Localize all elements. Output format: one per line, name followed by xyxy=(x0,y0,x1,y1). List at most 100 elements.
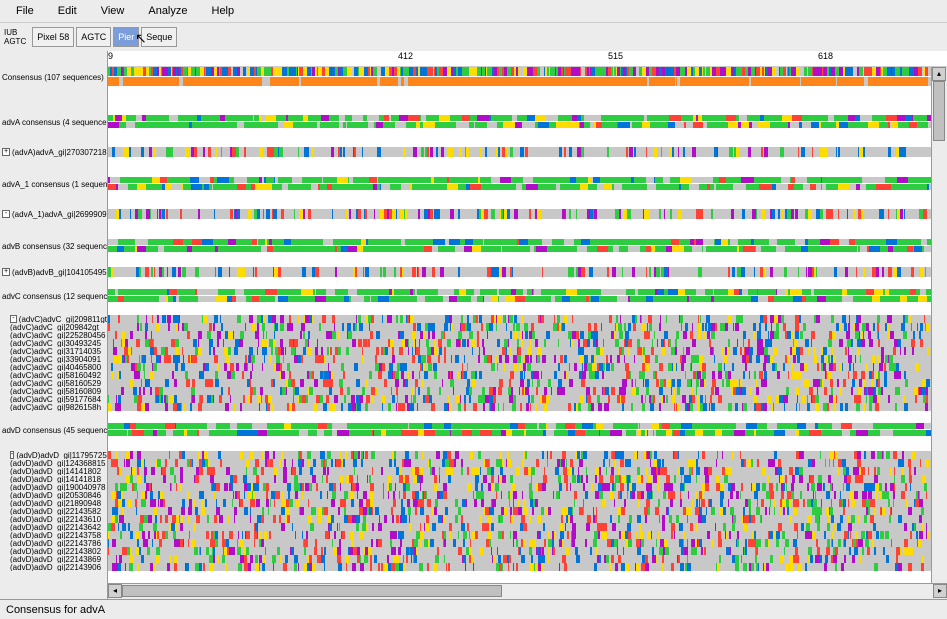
collapse-icon[interactable]: - xyxy=(10,315,17,323)
expand-icon[interactable]: + xyxy=(2,148,10,156)
sequence-track[interactable] xyxy=(108,563,931,571)
sequence-track[interactable] xyxy=(108,387,931,395)
scroll-right-button[interactable]: ▸ xyxy=(933,584,947,598)
scroll-thumb-h[interactable] xyxy=(122,585,502,597)
track-label[interactable]: -(advD)advD_gi|117957252 xyxy=(0,451,107,459)
track-label[interactable]: (advD)advD_gi|22143786 xyxy=(0,539,107,547)
sequence-track[interactable] xyxy=(108,555,931,563)
sequence-track[interactable] xyxy=(108,289,931,295)
sequence-track[interactable] xyxy=(108,531,931,539)
track-label[interactable]: (advC)advC_gi|58160492 xyxy=(0,371,107,379)
track-label[interactable]: (advC)advC_gi|58160809 xyxy=(0,387,107,395)
sequence-track[interactable] xyxy=(108,483,931,491)
sequence-track[interactable] xyxy=(108,451,931,459)
tool-pixel[interactable]: Pixel 58 xyxy=(32,27,74,47)
track-label[interactable]: (advC)advC_gi|225280456 xyxy=(0,331,107,339)
track-label[interactable]: advA_1 consensus (1 sequen xyxy=(0,177,107,191)
sequence-track[interactable] xyxy=(108,115,931,121)
sequence-track[interactable] xyxy=(108,491,931,499)
tool-agtc[interactable]: AGTC xyxy=(76,27,111,47)
collapse-icon[interactable]: - xyxy=(10,451,14,459)
track-label[interactable]: Consensus (107 sequences) xyxy=(0,67,107,87)
sequence-track[interactable] xyxy=(108,122,931,128)
track-label[interactable]: (advD)advD_gi|22143642 xyxy=(0,523,107,531)
menu-analyze[interactable]: Analyze xyxy=(136,2,199,20)
track-label[interactable]: (advC)advC_gi|209842gt xyxy=(0,323,107,331)
track-label[interactable]: (advC)advC_gi|58160529 xyxy=(0,379,107,387)
collapse-icon[interactable]: - xyxy=(2,210,10,218)
track-label[interactable]: (advC)advC_gi|59177684 xyxy=(0,395,107,403)
track-label[interactable]: (advD)advD_gi|22143582 xyxy=(0,507,107,515)
track-label[interactable]: (advC)advC_gi|40465800 xyxy=(0,363,107,371)
sequence-track[interactable] xyxy=(108,515,931,523)
track-label[interactable]: (advD)advD_gi|190040978 xyxy=(0,483,107,491)
horizontal-scrollbar[interactable]: ◂ ▸ xyxy=(108,583,947,599)
menu-file[interactable]: File xyxy=(4,2,46,20)
menu-view[interactable]: View xyxy=(89,2,137,20)
track-label[interactable]: advD consensus (45 sequenc xyxy=(0,423,107,437)
sequence-track[interactable] xyxy=(108,467,931,475)
track-label[interactable]: (advD)advD_gi|14141818 xyxy=(0,475,107,483)
track-label[interactable]: -(advC)advC_gi|209811gt xyxy=(0,315,107,323)
expand-icon[interactable]: + xyxy=(2,268,10,276)
sequence-track[interactable] xyxy=(108,177,931,183)
track-label[interactable]: (advD)advD_gi|22143758 xyxy=(0,531,107,539)
sequence-track[interactable] xyxy=(108,339,931,347)
sequence-track[interactable] xyxy=(108,430,931,436)
track-label[interactable]: +(advB)advB_gi|104105495 xyxy=(0,267,107,277)
sequence-track[interactable] xyxy=(108,267,931,277)
sequence-track[interactable] xyxy=(108,331,931,339)
sequence-track[interactable] xyxy=(108,347,931,355)
track-label[interactable]: (advC)advC_gi|33904091 xyxy=(0,355,107,363)
track-label[interactable]: (advD)advD_gi|22143906 xyxy=(0,563,107,571)
tool-seque[interactable]: Seque xyxy=(141,27,177,47)
sequence-track[interactable] xyxy=(108,371,931,379)
sequence-track[interactable] xyxy=(108,539,931,547)
track-label[interactable]: (advD)advD_gi|14141802 xyxy=(0,467,107,475)
sequence-track[interactable] xyxy=(108,184,931,190)
sequence-track[interactable] xyxy=(108,246,931,252)
menu-edit[interactable]: Edit xyxy=(46,2,89,20)
track-label[interactable]: (advD)advD_gi|21890948 xyxy=(0,499,107,507)
tracks-container[interactable] xyxy=(108,67,947,583)
track-label[interactable]: (advD)advD_gi|22143802 xyxy=(0,547,107,555)
track-label[interactable]: -(advA_1)advA_gi|2699909 xyxy=(0,209,107,219)
tool-pier[interactable]: Pier xyxy=(113,27,139,47)
track-label[interactable]: advC consensus (12 sequenc xyxy=(0,289,107,303)
sequence-track[interactable] xyxy=(108,315,931,323)
sequence-track[interactable] xyxy=(108,77,931,86)
sequence-track[interactable] xyxy=(108,296,931,302)
track-label[interactable]: (advD)advD_gi|22143869 xyxy=(0,555,107,563)
track-label[interactable]: (advD)advD_gi|20530846 xyxy=(0,491,107,499)
sequence-track[interactable] xyxy=(108,423,931,429)
sequence-track[interactable] xyxy=(108,355,931,363)
sequence-track[interactable] xyxy=(108,209,931,219)
sequence-track[interactable] xyxy=(108,459,931,467)
sequence-track[interactable] xyxy=(108,363,931,371)
vertical-scrollbar[interactable]: ▴ ▾ xyxy=(931,67,947,599)
track-label[interactable]: (advC)advC_gi|31714035 xyxy=(0,347,107,355)
sequence-track[interactable] xyxy=(108,475,931,483)
sequence-track[interactable] xyxy=(108,403,931,411)
track-label[interactable]: (advD)advD_gi|22143610 xyxy=(0,515,107,523)
sequence-track[interactable] xyxy=(108,323,931,331)
sequence-track[interactable] xyxy=(108,547,931,555)
sequence-track[interactable] xyxy=(108,523,931,531)
track-label[interactable]: +(advA)advA_gi|270307218 xyxy=(0,147,107,157)
sequence-track[interactable] xyxy=(108,507,931,515)
sequence-track[interactable] xyxy=(108,67,931,76)
scroll-up-button[interactable]: ▴ xyxy=(932,67,946,81)
scroll-thumb-v[interactable] xyxy=(933,81,945,141)
track-label[interactable]: (advC)advC_gi|9826158h xyxy=(0,403,107,411)
track-label[interactable]: advA consensus (4 sequence xyxy=(0,115,107,129)
scroll-left-button[interactable]: ◂ xyxy=(108,584,122,598)
track-label[interactable]: (advC)advC_gi|30493245 xyxy=(0,339,107,347)
sequence-track[interactable] xyxy=(108,499,931,507)
sequence-track[interactable] xyxy=(108,239,931,245)
sequence-track[interactable] xyxy=(108,379,931,387)
sequence-track[interactable] xyxy=(108,147,931,157)
menu-help[interactable]: Help xyxy=(200,2,247,20)
track-label[interactable]: advB consensus (32 sequenc xyxy=(0,239,107,253)
track-label[interactable]: (advD)advD_gi|124368815 xyxy=(0,459,107,467)
sequence-track[interactable] xyxy=(108,395,931,403)
